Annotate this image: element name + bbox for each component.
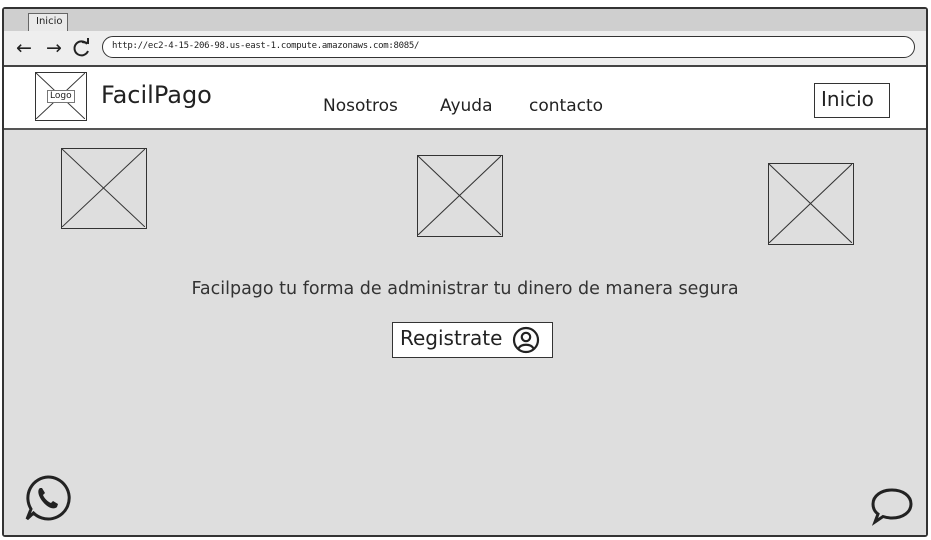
main-content: Facilpago tu forma de administrar tu din… (4, 130, 926, 535)
nav-link-nosotros[interactable]: Nosotros (323, 96, 398, 116)
logo[interactable]: Logo (35, 72, 87, 121)
nav-link-contacto[interactable]: contacto (529, 96, 603, 116)
nav-link-ayuda[interactable]: Ayuda (440, 96, 493, 116)
browser-tab[interactable]: Inicio (28, 13, 68, 31)
tagline: Facilpago tu forma de administrar tu din… (191, 279, 739, 299)
browser-window: Inicio ← → http://ec2-4-15-206-98.us-eas… (2, 7, 928, 537)
address-bar: ← → http://ec2-4-15-206-98.us-east-1.com… (4, 31, 926, 67)
image-placeholder (768, 163, 854, 245)
register-label: Registrate (400, 326, 503, 350)
brand-name[interactable]: FacilPago (101, 81, 212, 109)
image-placeholder (417, 155, 503, 237)
chat-bubble-icon[interactable] (870, 486, 914, 530)
image-placeholder (61, 148, 147, 229)
arrow-left-icon[interactable]: ← (12, 36, 36, 60)
arrow-right-icon[interactable]: → (42, 36, 66, 60)
register-button[interactable]: Registrate (392, 322, 553, 358)
site-header: Logo FacilPago Nosotros Ayuda contacto I… (4, 67, 926, 130)
logo-label: Logo (47, 90, 75, 103)
tab-bar: Inicio (4, 9, 926, 31)
whatsapp-icon[interactable] (24, 474, 72, 526)
user-circle-icon (512, 326, 540, 363)
reload-icon[interactable] (70, 36, 94, 60)
inicio-button[interactable]: Inicio (814, 83, 890, 118)
url-input[interactable]: http://ec2-4-15-206-98.us-east-1.compute… (102, 36, 915, 58)
